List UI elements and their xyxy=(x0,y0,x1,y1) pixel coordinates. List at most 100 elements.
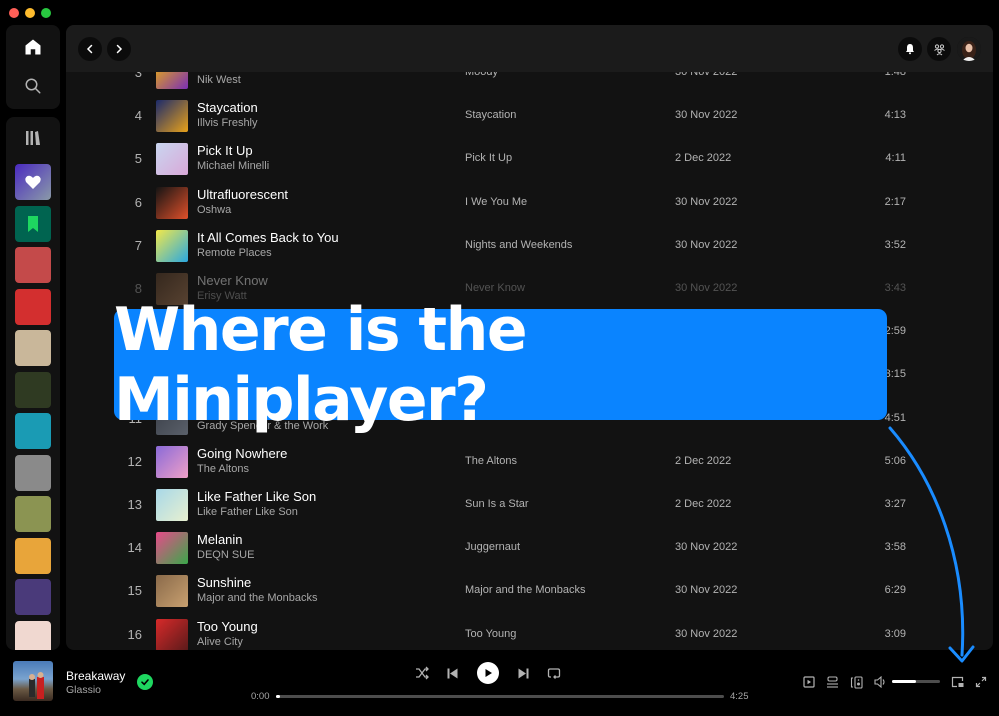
track-number: 12 xyxy=(127,453,142,469)
repeat-button[interactable] xyxy=(546,665,562,681)
track-artist[interactable]: Like Father Like Son xyxy=(197,506,298,518)
track-album[interactable]: Juggernaut xyxy=(465,541,520,553)
track-album[interactable]: Pick It Up xyxy=(465,152,512,164)
library-item-playlist-6[interactable] xyxy=(15,454,51,491)
track-title[interactable]: Going Nowhere xyxy=(197,446,287,461)
track-album[interactable]: Staycation xyxy=(465,109,516,121)
track-album[interactable]: Never Know xyxy=(465,282,525,294)
now-playing-artwork[interactable] xyxy=(13,661,53,701)
chevron-left-icon xyxy=(86,44,93,54)
skip-back-icon xyxy=(447,668,457,678)
library-item-playlist-5[interactable] xyxy=(15,413,51,449)
track-artist[interactable]: Remote Places xyxy=(197,247,272,259)
track-duration: 3:52 xyxy=(884,238,906,251)
miniplayer-button[interactable] xyxy=(950,675,964,689)
liked-check-button[interactable] xyxy=(137,674,153,690)
home-icon[interactable] xyxy=(23,37,43,57)
search-icon[interactable] xyxy=(23,76,43,96)
track-date-added: 2 Dec 2022 xyxy=(675,498,732,510)
now-playing-artist[interactable]: Glassio xyxy=(66,684,101,696)
track-row[interactable]: 12 Going Nowhere The Altons The Altons 2 Dec… xyxy=(66,441,993,484)
play-icon xyxy=(485,669,492,677)
track-title[interactable]: Like Father Like Son xyxy=(197,489,316,504)
volume-slider[interactable] xyxy=(892,680,940,683)
minimize-window-button[interactable] xyxy=(25,8,35,18)
now-playing-view-button[interactable] xyxy=(802,675,816,689)
track-title[interactable]: Pick It Up xyxy=(197,143,253,158)
track-artist[interactable]: Illvis Freshly xyxy=(197,117,258,129)
track-duration: 2:17 xyxy=(884,195,906,208)
track-artist[interactable]: Alive City xyxy=(197,636,243,648)
track-number: 15 xyxy=(127,583,142,599)
connect-device-button[interactable] xyxy=(849,675,863,689)
track-album[interactable]: Major and the Monbacks xyxy=(465,584,585,596)
library-item-playlist-8[interactable] xyxy=(15,537,51,574)
progress-bar[interactable] xyxy=(276,695,724,698)
track-album[interactable]: Nights and Weekends xyxy=(465,239,572,251)
track-duration: 5:06 xyxy=(884,454,906,467)
track-duration: 4:11 xyxy=(885,152,906,165)
track-album[interactable]: Too Young xyxy=(465,628,516,640)
maximize-window-button[interactable] xyxy=(41,8,51,18)
track-row[interactable]: 7 It All Comes Back to You Remote Places Ni… xyxy=(66,225,993,268)
track-artist[interactable]: Michael Minelli xyxy=(197,160,269,172)
back-button[interactable] xyxy=(78,37,102,61)
library-item-your-episodes[interactable] xyxy=(15,205,51,242)
library-item-playlist-2[interactable] xyxy=(15,288,51,325)
now-playing-title[interactable]: Breakaway xyxy=(66,669,125,683)
library-item-playlist-4[interactable] xyxy=(15,371,51,408)
track-number: 5 xyxy=(134,151,142,167)
track-album[interactable]: The Altons xyxy=(465,455,517,467)
track-row[interactable]: 15 Sunshine Major and the Monbacks Major an… xyxy=(66,570,993,613)
track-artist[interactable]: Oshwa xyxy=(197,204,231,216)
track-title[interactable]: Ultrafluorescent xyxy=(197,187,288,202)
track-row[interactable]: 5 Pick It Up Michael Minelli Pick It Up 2 De… xyxy=(66,138,993,181)
track-artist[interactable]: DEQN SUE xyxy=(197,549,254,561)
track-title[interactable]: Too Young xyxy=(197,619,258,634)
track-title[interactable]: Staycation xyxy=(197,100,258,115)
shuffle-button[interactable] xyxy=(414,665,430,681)
track-album[interactable]: Sun Is a Star xyxy=(465,498,529,510)
track-row[interactable]: 14 Melanin DEQN SUE Juggernaut 30 Nov 2022 3:… xyxy=(66,527,993,570)
track-album[interactable]: I We You Me xyxy=(465,196,527,208)
close-window-button[interactable] xyxy=(9,8,19,18)
track-artist[interactable]: Nik West xyxy=(197,74,241,86)
track-title[interactable]: Melanin xyxy=(197,532,243,547)
library-item-playlist-3[interactable] xyxy=(15,330,51,366)
track-row[interactable]: 6 Ultrafluorescent Oshwa I We You Me 30 Nov … xyxy=(66,182,993,225)
skip-forward-icon xyxy=(518,668,528,678)
next-button[interactable] xyxy=(515,665,531,681)
track-title[interactable]: Never Know xyxy=(197,273,268,288)
track-duration: 6:29 xyxy=(884,584,906,597)
library-icon[interactable] xyxy=(23,129,43,147)
track-artist[interactable]: Major and the Monbacks xyxy=(197,592,317,604)
track-artwork xyxy=(156,186,188,219)
library-item-playlist-1[interactable] xyxy=(15,247,51,283)
track-row[interactable]: 4 Staycation Illvis Freshly Staycation 30 No… xyxy=(66,95,993,138)
notifications-button[interactable] xyxy=(898,37,922,61)
track-title[interactable]: Sunshine xyxy=(197,575,251,590)
library-item-playlist-7[interactable] xyxy=(15,496,51,532)
fullscreen-button[interactable] xyxy=(974,675,988,689)
track-title[interactable]: It All Comes Back to You xyxy=(197,230,339,245)
queue-button[interactable] xyxy=(825,675,839,689)
track-artwork xyxy=(156,618,188,650)
track-row[interactable]: 16 Too Young Alive City Too Young 30 Nov 202… xyxy=(66,614,993,650)
track-artist[interactable]: The Altons xyxy=(197,463,249,475)
forward-button[interactable] xyxy=(107,37,131,61)
repeat-icon xyxy=(547,668,561,679)
track-artwork xyxy=(156,100,188,133)
track-duration: 3:09 xyxy=(884,627,906,640)
track-date-added: 2 Dec 2022 xyxy=(675,152,732,165)
user-avatar[interactable] xyxy=(957,37,981,61)
track-number: 13 xyxy=(127,497,142,512)
volume-button[interactable] xyxy=(873,675,887,689)
play-button[interactable] xyxy=(477,662,499,684)
friend-activity-button[interactable] xyxy=(927,37,951,61)
track-row[interactable]: 13 Like Father Like Son Like Father Like S… xyxy=(66,484,993,527)
previous-button[interactable] xyxy=(444,665,460,681)
track-date-added: 30 Nov 2022 xyxy=(675,109,738,122)
library-item-playlist-10[interactable] xyxy=(15,620,51,650)
library-item-liked-songs[interactable] xyxy=(15,164,51,200)
library-item-playlist-9[interactable] xyxy=(15,579,51,615)
